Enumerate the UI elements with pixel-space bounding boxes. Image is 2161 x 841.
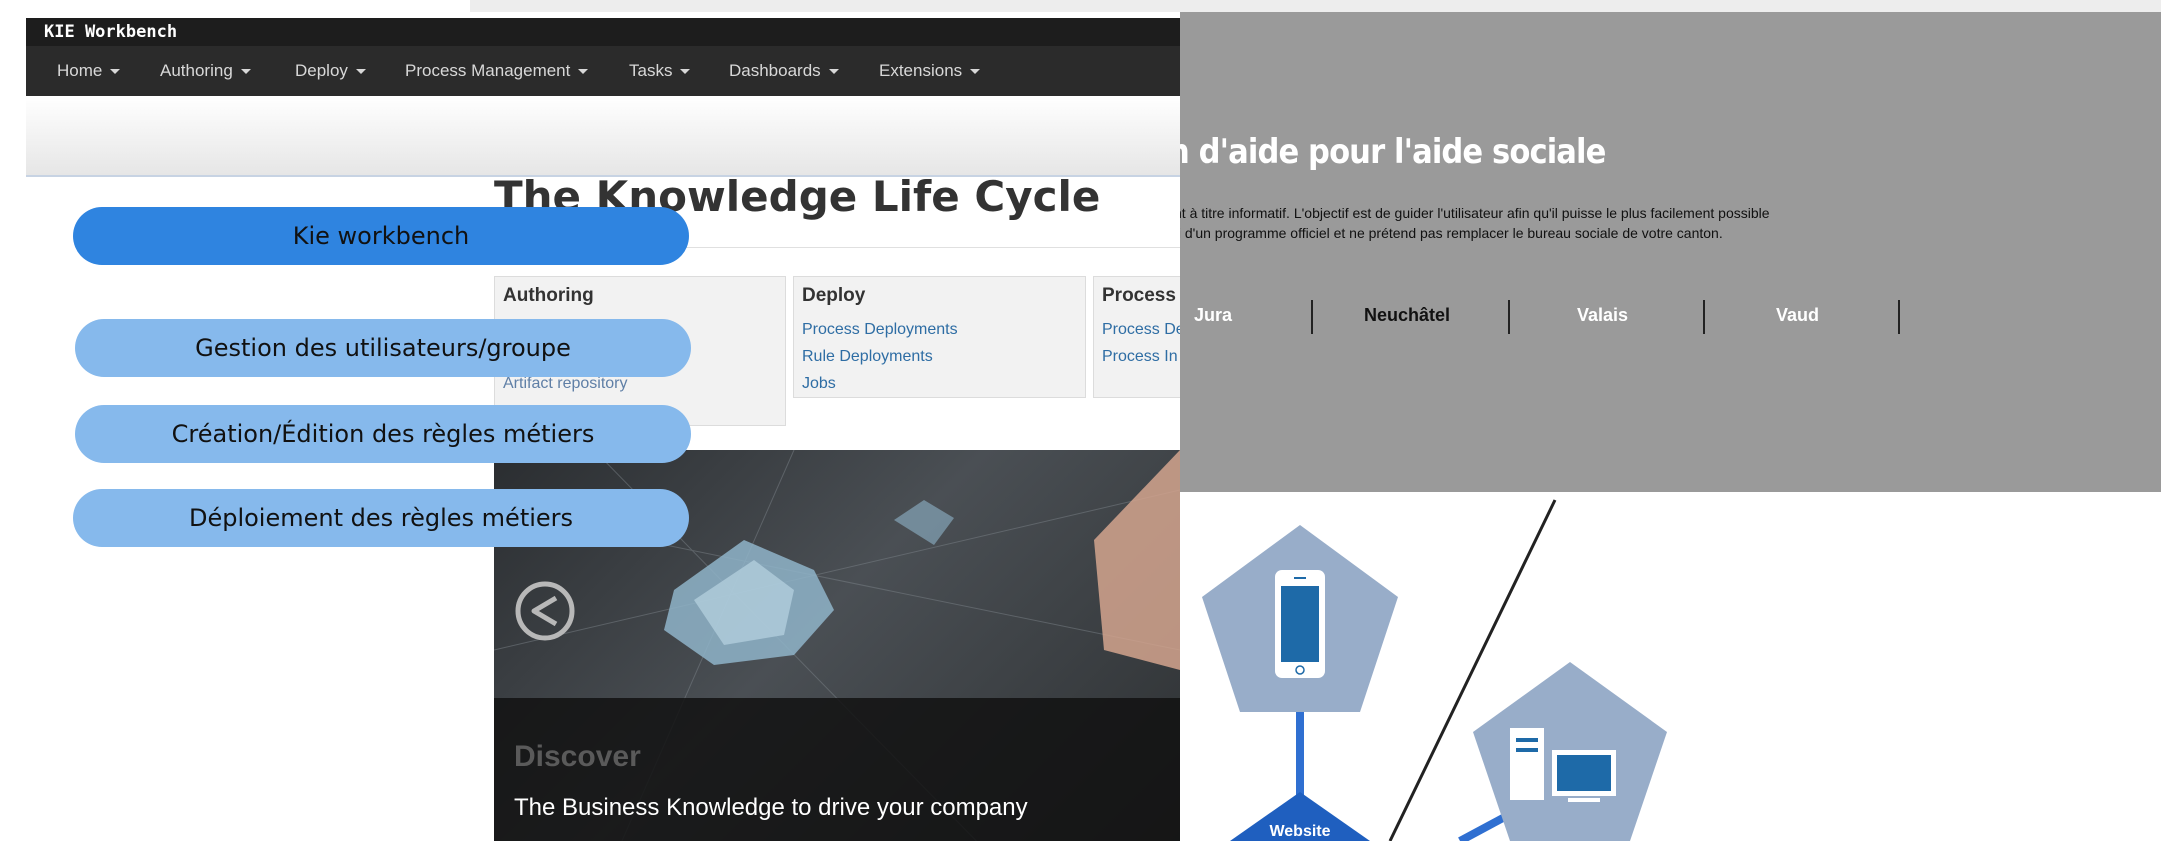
caret-down-icon	[578, 69, 589, 75]
link-jobs[interactable]: Jobs	[802, 375, 836, 393]
card-process-title: Process	[1102, 285, 1176, 306]
caret-down-icon	[680, 69, 691, 75]
caret-down-icon	[355, 69, 366, 75]
canton-separator	[1508, 300, 1510, 334]
pill-rule-editing: Création/Édition des règles métiers	[75, 405, 691, 463]
canton-separator	[1311, 300, 1313, 334]
pill-kie-workbench: Kie workbench	[73, 207, 689, 265]
chevron-left-circle-icon	[515, 581, 575, 641]
website-screenshot: n d'aide pour l'aide sociale nt à titre …	[1180, 12, 2161, 492]
nav-extensions-label: Extensions	[879, 61, 963, 80]
card-deploy-title: Deploy	[802, 285, 866, 306]
pill-user-group-management: Gestion des utilisateurs/groupe	[75, 319, 691, 377]
kie-nav-bar: Home Authoring Deploy Process Management…	[26, 46, 1180, 96]
caret-down-icon	[970, 69, 981, 75]
card-deploy: Deploy Process Deployments Rule Deployme…	[793, 276, 1086, 398]
nav-dashboards[interactable]: Dashboards	[729, 61, 839, 81]
link-process-definitions[interactable]: Process De	[1102, 321, 1180, 339]
canton-separator	[1703, 300, 1705, 334]
link-process-instances[interactable]: Process In	[1102, 348, 1178, 366]
nav-deploy-label: Deploy	[295, 61, 348, 80]
link-process-deployments[interactable]: Process Deployments	[802, 321, 958, 339]
nav-dashboards-label: Dashboards	[729, 61, 821, 80]
kie-brand-bar: KIE Workbench	[26, 18, 1180, 46]
website-label: Website	[1269, 823, 1330, 840]
nav-home-label: Home	[57, 61, 103, 80]
architecture-diagram: Website	[1202, 499, 1667, 841]
hero-label: Discover	[514, 740, 641, 773]
nav-authoring-label: Authoring	[160, 61, 233, 80]
website-intro-line-2: ti d'un programme officiel et ne prétend…	[1180, 225, 1723, 241]
caret-down-icon	[110, 69, 121, 75]
carousel-prev-button[interactable]	[514, 580, 576, 647]
website-intro-line-1: nt à titre informatif. L'objectif est de…	[1180, 205, 1770, 221]
mobile-phone-icon	[1275, 570, 1325, 678]
nav-process-management[interactable]: Process Management	[405, 61, 589, 81]
canton-link-vaud[interactable]: Vaud	[1776, 305, 1819, 326]
canton-separator	[1898, 300, 1900, 334]
canton-link-neuchatel[interactable]: Neuchâtel	[1364, 305, 1450, 326]
kie-brand[interactable]: KIE Workbench	[44, 22, 177, 42]
nav-process-management-label: Process Management	[405, 61, 571, 80]
link-artifact-repository[interactable]: Artifact repository	[503, 375, 627, 393]
nav-extensions[interactable]: Extensions	[879, 61, 981, 81]
link-rule-deployments[interactable]: Rule Deployments	[802, 348, 933, 366]
nav-home[interactable]: Home	[57, 61, 121, 81]
canton-link-jura[interactable]: Jura	[1194, 305, 1232, 326]
caret-down-icon	[828, 69, 839, 75]
nav-tasks[interactable]: Tasks	[629, 61, 691, 81]
kie-sub-toolbar	[26, 96, 1180, 177]
card-authoring-title: Authoring	[503, 285, 594, 306]
caret-down-icon	[240, 69, 251, 75]
nav-deploy[interactable]: Deploy	[295, 61, 366, 81]
nav-tasks-label: Tasks	[629, 61, 673, 80]
pill-rule-deployment: Déploiement des règles métiers	[73, 489, 689, 547]
website-title: n d'aide pour l'aide sociale	[1180, 132, 1606, 172]
website-top-strip	[470, 0, 2161, 12]
canton-link-valais[interactable]: Valais	[1577, 305, 1628, 326]
nav-authoring[interactable]: Authoring	[160, 61, 251, 81]
hero-tagline: The Business Knowledge to drive your com…	[514, 794, 1028, 821]
card-process: Process Process De Process In	[1093, 276, 1180, 398]
